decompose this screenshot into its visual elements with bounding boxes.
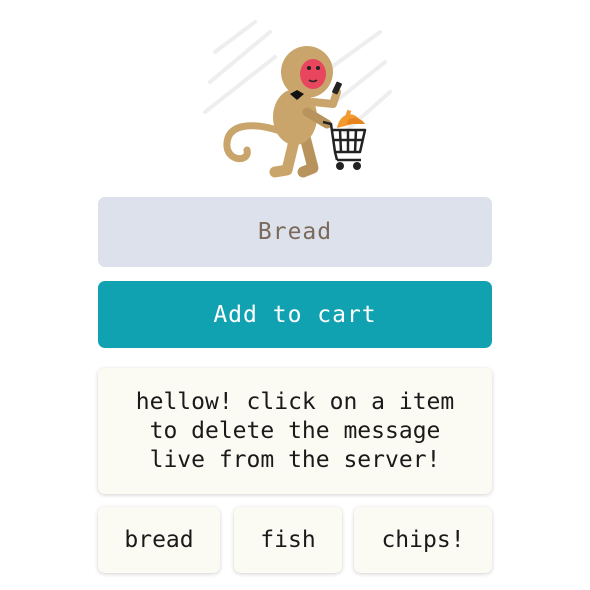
info-message: hellow! click on a item to delete the me… bbox=[98, 368, 492, 494]
cart-item-chips[interactable]: chips! bbox=[354, 507, 492, 573]
cart-item-bread[interactable]: bread bbox=[98, 507, 220, 573]
message-line-2: to delete the message bbox=[149, 417, 441, 444]
message-line-1: hellow! click on a item bbox=[135, 388, 455, 415]
monkey-shopping-cart-illustration bbox=[203, 20, 392, 178]
add-to-cart-button[interactable]: Add to cart bbox=[98, 281, 492, 348]
message-line-3: live from the server! bbox=[149, 446, 441, 473]
item-input[interactable]: Bread bbox=[98, 197, 492, 267]
cart-item-fish[interactable]: fish bbox=[234, 507, 342, 573]
